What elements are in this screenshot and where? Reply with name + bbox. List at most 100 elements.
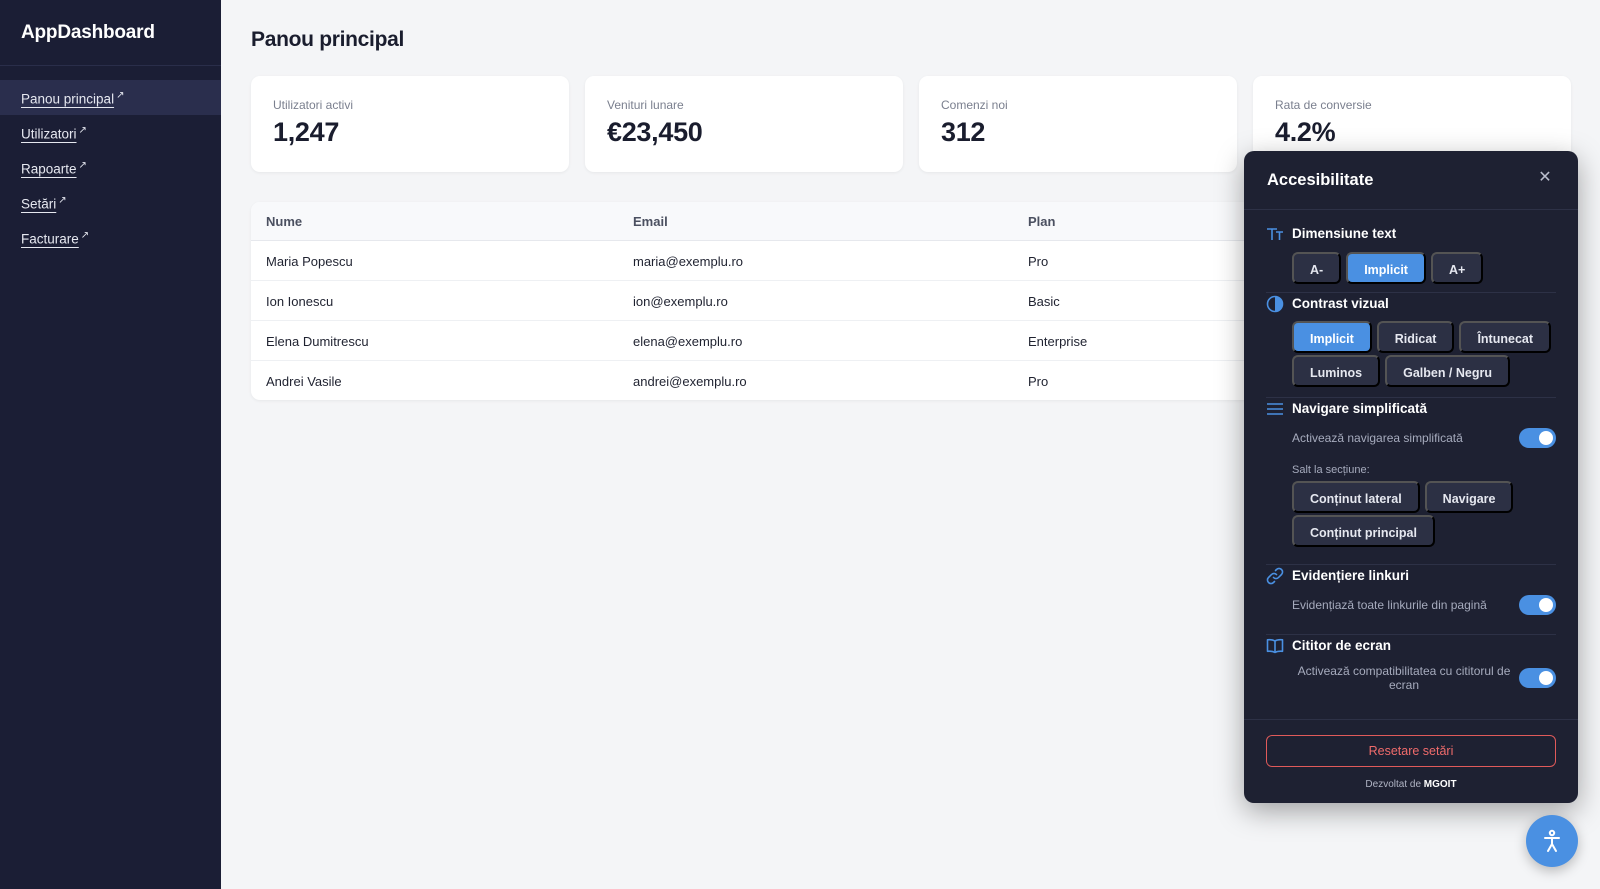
jump-to-section-label: Salt la secțiune: — [1292, 464, 1370, 476]
sidebar-item-label: Utilizatori — [21, 126, 77, 142]
sidebar-item-panou-principal[interactable]: Panou principal ↗ — [0, 80, 221, 115]
external-link-icon: ↗ — [116, 90, 125, 101]
column-header-plan: Plan — [1028, 214, 1056, 229]
jump-navigation-button[interactable]: Navigare — [1424, 481, 1514, 513]
contrast-yellow-black-button[interactable]: Galben / Negru — [1385, 355, 1510, 387]
cell-name: Andrei Vasile — [266, 374, 342, 389]
sidebar-nav: Panou principal ↗ Utilizatori ↗ Rapoarte ↗ … — [0, 80, 221, 255]
cell-email: elena@exemplu.ro — [633, 334, 743, 349]
credit-prefix: Dezvoltat de — [1365, 779, 1422, 790]
contrast-default-button[interactable]: Implicit — [1292, 321, 1372, 353]
contrast-light-button[interactable]: Luminos — [1292, 355, 1381, 387]
external-link-icon: ↗ — [78, 160, 87, 171]
reader-toggle-label: Activează compatibilitatea cu cititorul … — [1297, 664, 1511, 692]
sidebar-item-label: Facturare — [21, 231, 79, 247]
section-text-size: Dimensiune text — [1266, 224, 1558, 244]
text-size-increase-button[interactable]: A+ — [1430, 252, 1484, 284]
contrast-icon — [1266, 295, 1284, 313]
credit-brand: MGOIT — [1423, 779, 1457, 790]
stat-value: 1,247 — [273, 117, 340, 147]
section-title: Navigare simplificată — [1266, 399, 1558, 419]
contrast-options-row-2: Luminos Galben / Negru — [1292, 355, 1510, 387]
stat-label: Venituri lunare — [607, 98, 684, 112]
section-title-text: Navigare simplificată — [1292, 401, 1428, 416]
text-size-decrease-button[interactable]: A- — [1292, 252, 1342, 284]
contrast-options-row-1: Implicit Ridicat Întunecat — [1292, 321, 1552, 353]
section-contrast: Contrast vizual — [1266, 294, 1558, 314]
stat-value: 4.2% — [1275, 117, 1336, 147]
divider — [1266, 564, 1556, 565]
divider — [1266, 397, 1556, 398]
section-title: Cititor de ecran — [1266, 636, 1558, 656]
cell-plan: Enterprise — [1028, 334, 1088, 349]
menu-lines-icon — [1267, 403, 1283, 415]
external-link-icon: ↗ — [78, 125, 87, 136]
accessibility-panel-title: Accesibilitate — [1267, 171, 1374, 189]
divider — [1266, 634, 1556, 635]
cell-name: Ion Ionescu — [266, 294, 334, 309]
jump-main-content-button[interactable]: Conținut principal — [1292, 515, 1435, 547]
sidebar-item-facturare[interactable]: Facturare ↗ — [0, 220, 221, 255]
stat-label: Comenzi noi — [941, 98, 1008, 112]
credit-text: Dezvoltat de MGOIT — [1244, 779, 1578, 790]
brand-logo: AppDashboard — [0, 0, 221, 66]
stat-label: Rata de conversie — [1275, 98, 1372, 112]
section-title-text: Dimensiune text — [1292, 226, 1397, 241]
stat-card-new-orders: Comenzi noi 312 — [919, 76, 1237, 172]
sidebar-item-label: Panou principal — [21, 91, 115, 107]
text-size-icon — [1267, 228, 1283, 240]
section-simplified-nav: Navigare simplificată — [1266, 399, 1558, 419]
sidebar-item-label: Setări — [21, 196, 57, 212]
stat-label: Utilizatori activi — [273, 98, 354, 112]
stat-card-monthly-revenue: Venituri lunare €23,450 — [585, 76, 903, 172]
book-icon — [1266, 638, 1284, 654]
page-title: Panou principal — [251, 28, 405, 51]
section-link-highlight: Evidențiere linkuri — [1266, 566, 1558, 586]
section-title-text: Cititor de ecran — [1292, 638, 1392, 653]
links-toggle[interactable] — [1519, 595, 1556, 615]
cell-name: Maria Popescu — [266, 254, 353, 269]
external-link-icon: ↗ — [80, 230, 90, 241]
jump-sidebar-content-button[interactable]: Conținut lateral — [1292, 481, 1420, 513]
divider — [1266, 292, 1556, 293]
accessibility-fab-button[interactable] — [1526, 815, 1578, 867]
section-title: Dimensiune text — [1266, 224, 1558, 244]
contrast-dark-button[interactable]: Întunecat — [1459, 321, 1552, 353]
cell-name: Elena Dumitrescu — [266, 334, 369, 349]
stat-value: €23,450 — [607, 117, 703, 147]
column-header-name: Nume — [266, 214, 303, 229]
accessibility-panel-header: Accesibilitate ✕ — [1244, 151, 1578, 210]
sidebar-item-label: Rapoarte — [21, 161, 77, 177]
jump-options-row-1: Conținut lateral Navigare — [1292, 481, 1514, 513]
cell-plan: Basic — [1028, 294, 1060, 309]
sidebar-item-setari[interactable]: Setări ↗ — [0, 185, 221, 220]
nav-toggle[interactable] — [1519, 428, 1556, 448]
text-size-options: A- Implicit A+ — [1292, 252, 1484, 284]
close-icon[interactable]: ✕ — [1534, 167, 1556, 189]
contrast-high-button[interactable]: Ridicat — [1376, 321, 1455, 353]
link-icon — [1266, 567, 1284, 585]
reset-settings-button[interactable]: Resetare setări — [1266, 735, 1556, 767]
links-toggle-label: Evidențiază toate linkurile din pagină — [1292, 598, 1487, 612]
sidebar-item-rapoarte[interactable]: Rapoarte ↗ — [0, 150, 221, 185]
sidebar-item-utilizatori[interactable]: Utilizatori ↗ — [0, 115, 221, 150]
cell-email: andrei@exemplu.ro — [633, 374, 747, 389]
sidebar: AppDashboard Panou principal ↗ Utilizator… — [0, 0, 221, 889]
cell-plan: Pro — [1028, 254, 1049, 269]
accessibility-panel: Accesibilitate ✕ Dimensiune text A- Impl… — [1244, 151, 1578, 803]
divider — [1244, 719, 1578, 720]
external-link-icon: ↗ — [58, 195, 67, 206]
section-title-text: Contrast vizual — [1292, 296, 1389, 311]
text-size-default-button[interactable]: Implicit — [1346, 252, 1426, 284]
column-header-email: Email — [633, 214, 668, 229]
stat-value: 312 — [941, 117, 986, 147]
section-screen-reader: Cititor de ecran — [1266, 636, 1558, 656]
stat-card-active-users: Utilizatori activi 1,247 — [251, 76, 569, 172]
section-title: Evidențiere linkuri — [1266, 566, 1558, 586]
cell-plan: Pro — [1028, 374, 1049, 389]
section-title: Contrast vizual — [1266, 294, 1558, 314]
cell-email: maria@exemplu.ro — [633, 254, 744, 269]
nav-toggle-label: Activează navigarea simplificată — [1292, 431, 1463, 445]
reader-toggle[interactable] — [1519, 668, 1556, 688]
cell-email: ion@exemplu.ro — [633, 294, 728, 309]
